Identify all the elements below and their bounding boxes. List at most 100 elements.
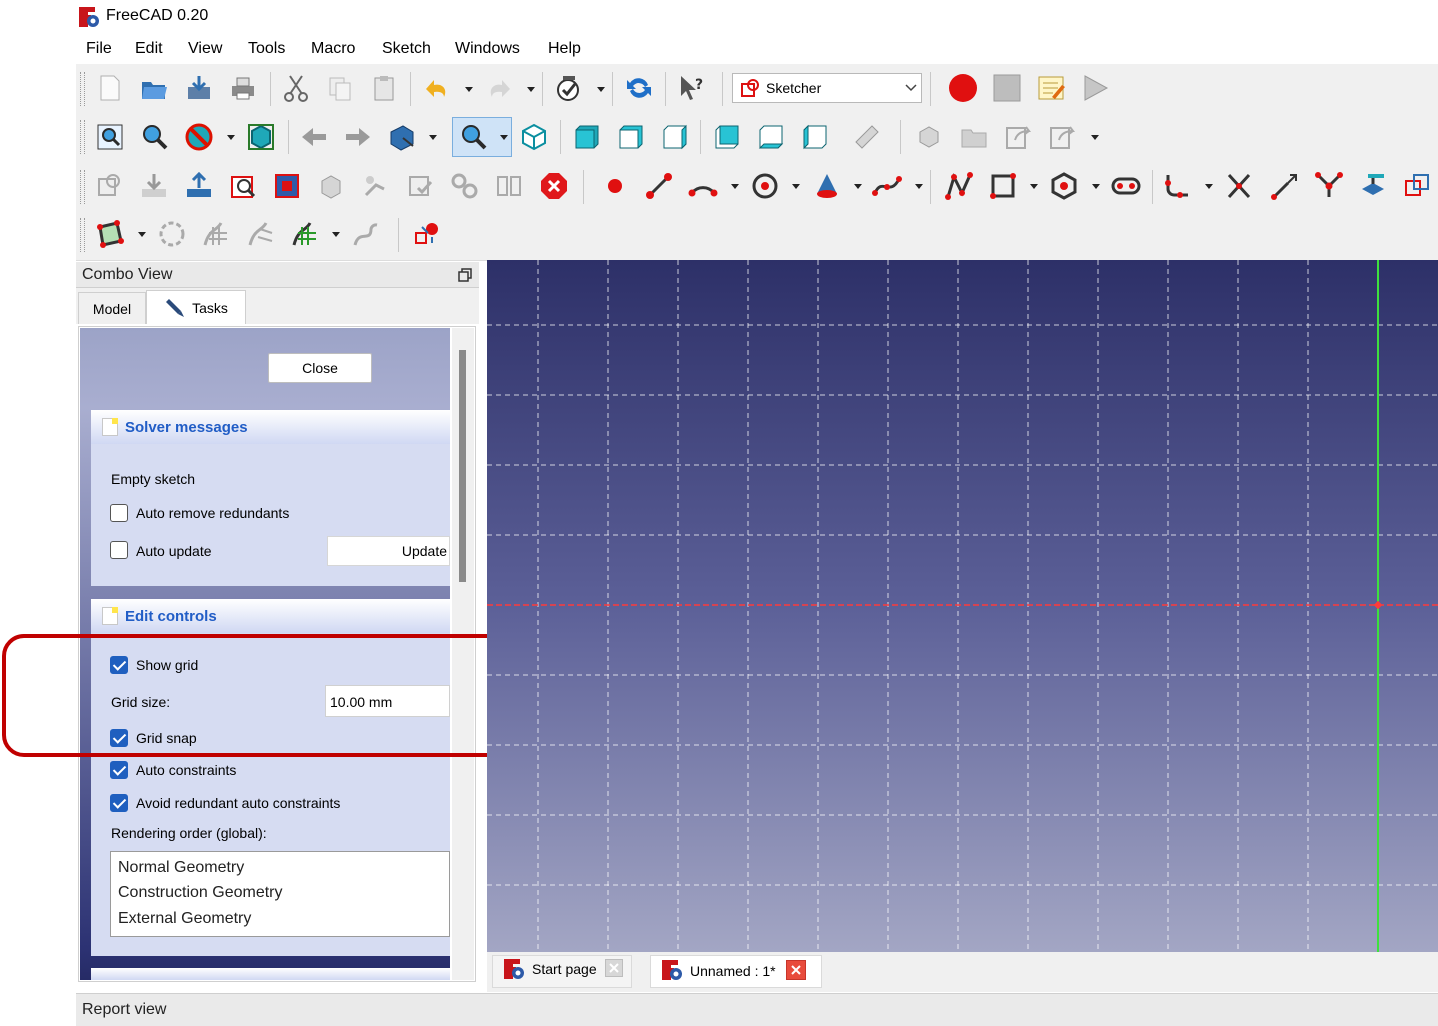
menu-edit[interactable]: Edit: [135, 40, 163, 58]
rectangular-array-icon[interactable]: [288, 217, 322, 251]
leave-sketch-icon[interactable]: [182, 169, 216, 203]
bounding-box-icon[interactable]: [244, 120, 278, 154]
conic-dropdown-icon[interactable]: [853, 181, 863, 191]
toolbar-grip[interactable]: [80, 218, 85, 252]
select-dropdown-icon[interactable]: [137, 229, 147, 239]
sketch-virtual-space-icon[interactable]: [410, 217, 444, 251]
carbon-copy-icon[interactable]: [1400, 169, 1434, 203]
menu-view[interactable]: View: [188, 40, 222, 58]
draw-style-icon[interactable]: [182, 120, 216, 154]
create-line-icon[interactable]: [642, 169, 676, 203]
workbench-selector[interactable]: [732, 73, 922, 103]
new-sketch-icon[interactable]: [93, 169, 127, 203]
undo-icon[interactable]: [420, 71, 454, 105]
create-bspline-icon[interactable]: [870, 169, 904, 203]
3d-viewport[interactable]: [487, 260, 1438, 952]
bspline-dropdown-icon[interactable]: [914, 181, 924, 191]
link-dropdown-icon[interactable]: [1090, 132, 1100, 142]
redo-icon[interactable]: [482, 71, 516, 105]
edit-controls-title[interactable]: Edit controls: [125, 608, 217, 625]
avoid-redundant-checkbox[interactable]: [110, 794, 128, 812]
cut-icon[interactable]: [279, 71, 313, 105]
create-conic-icon[interactable]: [810, 169, 844, 203]
toolbar-grip[interactable]: [80, 72, 85, 106]
auto-constraints-checkbox[interactable]: [110, 761, 128, 779]
auto-update-checkbox[interactable]: [110, 541, 128, 559]
view-rear-icon[interactable]: [710, 120, 744, 154]
float-panel-icon[interactable]: [458, 268, 472, 282]
copy-icon[interactable]: [323, 71, 357, 105]
map-sketch-icon[interactable]: [314, 169, 348, 203]
scrollbar-thumb[interactable]: [459, 350, 466, 582]
menu-windows[interactable]: Windows: [455, 40, 520, 58]
run-macro-icon[interactable]: [1078, 71, 1112, 105]
validate-sketch-icon[interactable]: [404, 169, 438, 203]
circle-dropdown-icon[interactable]: [791, 181, 801, 191]
create-arc-icon[interactable]: [686, 169, 720, 203]
link-actions-icon[interactable]: [1045, 120, 1079, 154]
whats-this-icon[interactable]: ?: [675, 71, 709, 105]
view-front-icon[interactable]: [570, 120, 604, 154]
view-isometric-icon[interactable]: [517, 120, 551, 154]
macro-dropdown-icon[interactable]: [596, 84, 606, 94]
external-geometry-icon[interactable]: [1356, 169, 1390, 203]
trim-edge-icon[interactable]: [1222, 169, 1256, 203]
fit-all-icon[interactable]: [93, 120, 127, 154]
create-part-icon[interactable]: [912, 120, 946, 154]
create-group-icon[interactable]: [957, 120, 991, 154]
record-macro-icon[interactable]: [946, 71, 980, 105]
menu-tools[interactable]: Tools: [248, 40, 285, 58]
create-rectangle-icon[interactable]: [986, 169, 1020, 203]
toolbar-grip[interactable]: [80, 120, 85, 154]
view-section-icon[interactable]: [270, 169, 304, 203]
merge-sketches-icon[interactable]: [448, 169, 482, 203]
constrain-coincident-icon[interactable]: [93, 217, 127, 251]
view-left-icon[interactable]: [798, 120, 832, 154]
collapsed-panel-header[interactable]: [91, 968, 450, 980]
paste-icon[interactable]: [367, 71, 401, 105]
split-edge-icon[interactable]: [1312, 169, 1346, 203]
auto-remove-redundants-checkbox[interactable]: [110, 504, 128, 522]
close-icon[interactable]: [786, 960, 806, 980]
array-dropdown-icon[interactable]: [331, 229, 341, 239]
save-icon[interactable]: [182, 71, 216, 105]
create-circle-icon[interactable]: [748, 169, 782, 203]
tab-tasks[interactable]: Tasks: [146, 290, 246, 324]
view-right-icon[interactable]: [658, 120, 692, 154]
update-button[interactable]: Update: [327, 536, 450, 566]
solver-messages-title[interactable]: Solver messages: [125, 419, 248, 436]
back-arrow-icon[interactable]: [297, 120, 331, 154]
view-bottom-icon[interactable]: [754, 120, 788, 154]
fit-selection-icon[interactable]: [137, 120, 171, 154]
arc-dropdown-icon[interactable]: [730, 181, 740, 191]
open-folder-icon[interactable]: [137, 71, 171, 105]
new-document-icon[interactable]: [93, 71, 127, 105]
fillet-dropdown-icon[interactable]: [1204, 181, 1214, 191]
stop-operation-icon[interactable]: [537, 169, 571, 203]
menu-file[interactable]: File: [86, 40, 112, 58]
menu-help[interactable]: Help: [548, 40, 581, 58]
macro-recording-icon[interactable]: [552, 71, 586, 105]
polygon-dropdown-icon[interactable]: [1091, 181, 1101, 191]
edit-macro-icon[interactable]: [1034, 71, 1068, 105]
print-icon[interactable]: [226, 71, 260, 105]
redo-dropdown-icon[interactable]: [526, 84, 536, 94]
create-polyline-icon[interactable]: [942, 169, 976, 203]
rectangle-dropdown-icon[interactable]: [1029, 181, 1039, 191]
stop-macro-icon[interactable]: [990, 71, 1024, 105]
measure-distance-icon[interactable]: [850, 120, 884, 154]
extend-edge-icon[interactable]: [1268, 169, 1302, 203]
list-item[interactable]: External Geometry: [118, 910, 251, 928]
menu-macro[interactable]: Macro: [311, 40, 355, 58]
edit-sketch-icon[interactable]: [137, 169, 171, 203]
list-item[interactable]: Construction Geometry: [118, 884, 283, 902]
view-sketch-icon[interactable]: [226, 169, 260, 203]
toolbar-grip[interactable]: [80, 170, 85, 204]
tab-model[interactable]: Model: [78, 292, 146, 324]
close-icon[interactable]: [605, 959, 623, 977]
create-fillet-icon[interactable]: [1160, 169, 1194, 203]
mirror-sketch-icon[interactable]: [492, 169, 526, 203]
draw-style-dropdown-icon[interactable]: [226, 132, 236, 142]
close-button[interactable]: Close: [268, 353, 372, 383]
refresh-icon[interactable]: [622, 71, 656, 105]
